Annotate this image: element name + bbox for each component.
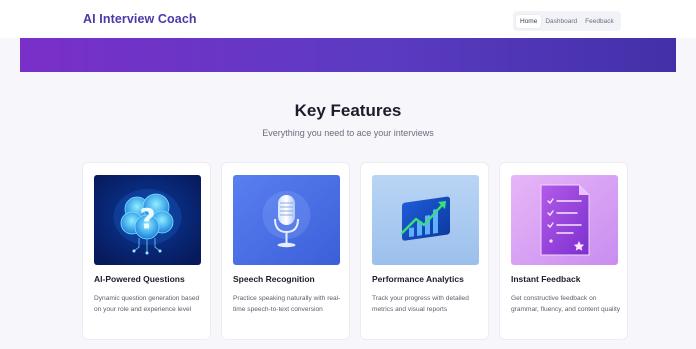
main-nav: Home Dashboard Feedback xyxy=(513,11,621,31)
features-title: Key Features xyxy=(294,101,402,120)
nav-feedback[interactable]: Feedback xyxy=(581,15,618,28)
feature-card-title: Instant Feedback xyxy=(511,274,581,284)
hero-banner xyxy=(20,38,676,72)
feature-card-speech-recognition[interactable]: Speech Recognition Practice speaking nat… xyxy=(221,162,350,340)
feature-card-title: AI-Powered Questions xyxy=(94,274,185,284)
feature-card-performance-analytics[interactable]: Performance Analytics Track your progres… xyxy=(360,162,489,340)
feature-card-instant-feedback[interactable]: Instant Feedback Get constructive feedba… xyxy=(499,162,628,340)
nav-home[interactable]: Home xyxy=(516,14,542,28)
feature-card-description: Dynamic question generation based on you… xyxy=(94,295,200,313)
feature-card-description: Practice speaking naturally with real-ti… xyxy=(233,295,341,313)
feature-card-ai-questions[interactable]: ? AI-Powered Questions Dynamic question … xyxy=(82,162,211,340)
features-subtitle: Everything you need to ace your intervie… xyxy=(262,128,434,138)
brand-logo-text[interactable]: AI Interview Coach xyxy=(83,12,197,26)
nav-dashboard[interactable]: Dashboard xyxy=(541,15,581,28)
microphone-icon xyxy=(233,175,340,265)
feature-card-title: Performance Analytics xyxy=(372,274,464,284)
brain-question-icon: ? xyxy=(94,175,201,265)
feature-card-description: Get constructive feedback on grammar, fl… xyxy=(511,295,621,313)
top-navbar: AI Interview Coach Home Dashboard Feedba… xyxy=(0,0,696,38)
feature-card-title: Speech Recognition xyxy=(233,274,315,284)
analytics-chart-icon xyxy=(372,175,479,265)
feedback-checklist-icon xyxy=(511,175,618,265)
feature-card-description: Track your progress with detailed metric… xyxy=(372,295,469,313)
svg-text:?: ? xyxy=(139,202,155,235)
